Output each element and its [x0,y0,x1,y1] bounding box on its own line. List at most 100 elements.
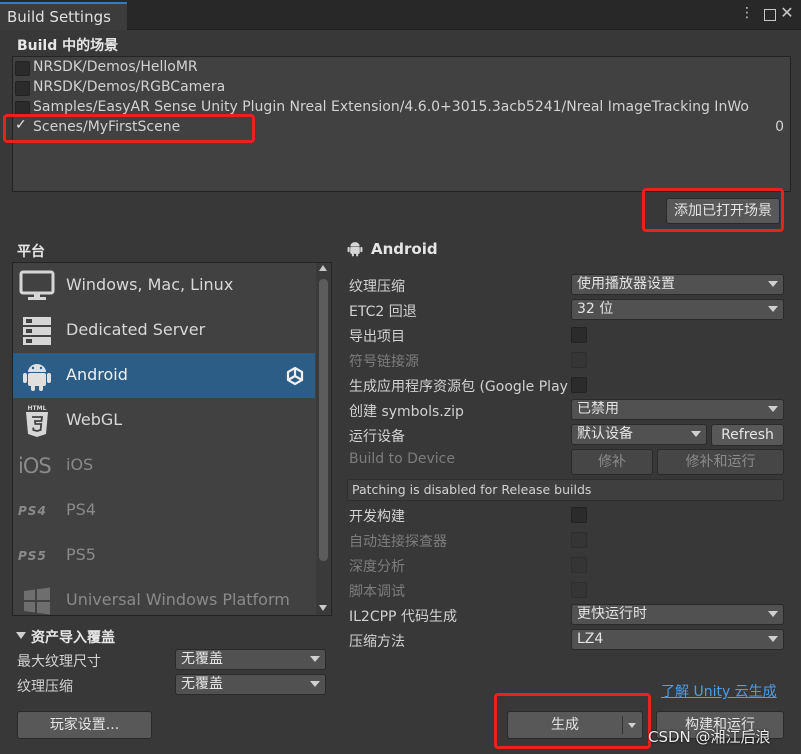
scroll-up-icon[interactable] [319,265,327,271]
windows-icon [18,584,56,615]
platform-item-server[interactable]: Dedicated Server [13,308,315,353]
patch-and-run-button: 修补和运行 [657,449,784,475]
chevron-down-icon [768,306,778,312]
android-settings-title: Android [371,240,438,258]
platform-label: iOS [66,455,94,474]
monitor-icon [18,269,56,303]
chevron-down-icon [768,406,778,412]
foldout-arrow-icon[interactable] [16,632,26,639]
override-texture-compression-dropdown[interactable]: 无覆盖 [175,674,326,695]
platform-item-ps4[interactable]: PS4 PS4 [13,488,315,533]
max-texture-size-dropdown[interactable]: 无覆盖 [175,649,326,670]
script-debugging-checkbox [571,582,587,598]
ps4-icon: PS4 [18,504,47,518]
scroll-down-icon[interactable] [319,605,327,611]
build-to-device-label: Build to Device [349,451,455,467]
run-device-dropdown[interactable]: 默认设备 [571,424,707,445]
maximize-icon[interactable] [764,9,776,21]
platform-label: Android [66,365,128,384]
chevron-down-icon [768,611,778,617]
platform-label: Dedicated Server [66,320,206,339]
server-icon [18,314,56,348]
scenes-in-build-title: Build 中的场景 [17,38,119,54]
android-icon [18,359,56,393]
dropdown-value: 默认设备 [577,426,633,442]
cloud-build-link[interactable]: 了解 Unity 云生成 [661,681,777,701]
close-icon[interactable]: ✕ [779,3,795,22]
player-settings-button[interactable]: 玩家设置... [17,711,152,739]
symlink-sources-label: 符号链接源 [349,354,419,370]
max-texture-size-label: 最大纹理尺寸 [17,654,101,670]
platform-label: Universal Windows Platform [66,590,290,609]
more-options-icon[interactable]: ⋮ [739,5,755,23]
platform-label: Windows, Mac, Linux [66,275,234,294]
deep-profiling-label: 深度分析 [349,559,405,575]
scene-path: Samples/EasyAR Sense Unity Plugin Nreal … [33,99,749,115]
export-project-label: 导出项目 [349,329,405,345]
scene-path: NRSDK/Demos/RGBCamera [33,79,226,95]
scene-checkbox[interactable] [15,81,30,96]
chevron-down-icon [310,681,320,687]
compression-method-dropdown[interactable]: LZ4 [571,629,784,650]
platform-list[interactable]: Windows, Mac, Linux Dedicated Server And… [12,262,332,616]
android-header-icon [347,240,363,261]
platform-title: 平台 [17,244,45,260]
platform-item-webgl[interactable]: HTML WebGL [13,398,315,443]
create-symbols-dropdown[interactable]: 已禁用 [571,399,784,420]
platform-item-standalone[interactable]: Windows, Mac, Linux [13,263,315,308]
development-build-label: 开发构建 [349,509,405,525]
deep-profiling-checkbox [571,557,587,573]
scene-row[interactable]: NRSDK/Demos/RGBCamera [13,79,790,99]
platform-label: WebGL [66,410,123,429]
ios-icon: iOS [18,454,52,478]
dropdown-value: 更快运行时 [577,606,647,622]
dropdown-value: 无覆盖 [181,651,223,667]
symlink-sources-checkbox [571,352,587,368]
compression-method-label: 压缩方法 [349,634,405,650]
asset-import-overrides-title[interactable]: 资产导入覆盖 [31,627,115,647]
chevron-down-icon [310,656,320,662]
dropdown-value: 无覆盖 [181,676,223,692]
il2cpp-codegen-label: IL2CPP 代码生成 [349,609,457,625]
scene-index: 0 [775,119,784,135]
il2cpp-codegen-dropdown[interactable]: 更快运行时 [571,604,784,625]
platform-item-uwp[interactable]: Universal Windows Platform [13,578,315,615]
build-app-bundle-checkbox[interactable] [571,377,587,393]
dropdown-value: LZ4 [577,631,604,647]
development-build-checkbox[interactable] [571,507,587,523]
chevron-down-icon [768,281,778,287]
highlight-box-build [494,693,651,749]
dropdown-value: 32 位 [577,301,614,317]
html5-icon: HTML [18,404,56,438]
export-project-checkbox[interactable] [571,327,587,343]
patch-button: 修补 [571,449,653,475]
etc2-fallback-dropdown[interactable]: 32 位 [571,299,784,320]
autoconnect-profiler-label: 自动连接探查器 [349,534,447,550]
unity-active-icon [285,366,305,390]
platform-item-ios[interactable]: iOS iOS [13,443,315,488]
platform-label: PS5 [66,545,96,564]
platform-label: PS4 [66,500,96,519]
platform-item-android[interactable]: Android [13,353,315,398]
patching-info-box: Patching is disabled for Release builds [347,479,784,501]
dropdown-value: 已禁用 [577,401,619,417]
scene-row[interactable]: NRSDK/Demos/HelloMR [13,59,790,79]
window-tab[interactable]: Build Settings [0,2,127,30]
platform-scrollbar[interactable] [316,263,331,615]
texture-compression-label: 纹理压缩 [349,279,405,295]
dropdown-value: 使用播放器设置 [577,276,675,292]
ps5-icon: PS5 [18,549,47,563]
svg-text:HTML: HTML [28,405,47,412]
run-device-label: 运行设备 [349,429,405,445]
create-symbols-label: 创建 symbols.zip [349,404,464,420]
autoconnect-profiler-checkbox [571,532,587,548]
platform-item-ps5[interactable]: PS5 PS5 [13,533,315,578]
chevron-down-icon [768,636,778,642]
scroll-thumb[interactable] [319,279,328,561]
scene-path: NRSDK/Demos/HelloMR [33,59,198,75]
refresh-button[interactable]: Refresh [711,424,784,446]
scene-checkbox[interactable] [15,61,30,76]
build-app-bundle-label: 生成应用程序资源包 (Google Play) [349,379,569,395]
etc2-fallback-label: ETC2 回退 [349,304,417,320]
texture-compression-dropdown[interactable]: 使用播放器设置 [571,274,784,295]
